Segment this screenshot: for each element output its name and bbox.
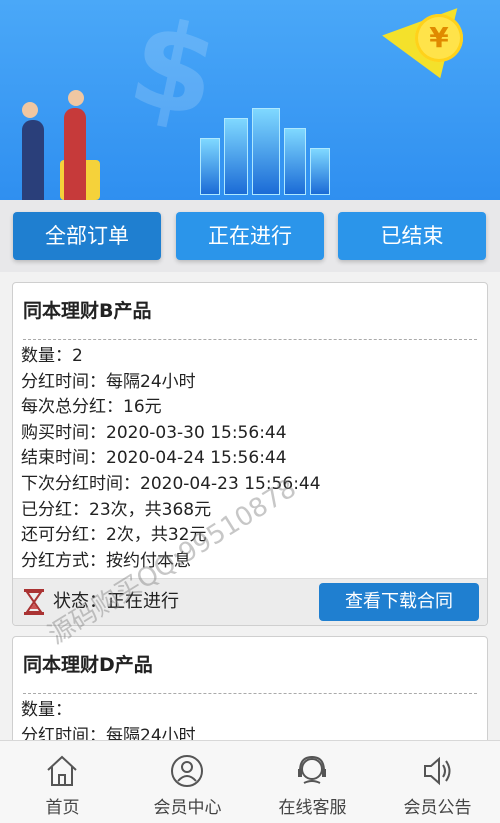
person-illustration xyxy=(22,120,44,200)
headset-icon xyxy=(298,755,326,784)
order-title: 同本理财B产品 xyxy=(23,300,152,322)
nav-announcements[interactable]: 会员公告 xyxy=(375,741,500,823)
city-illustration xyxy=(200,108,330,195)
order-dividend-interval: 分红时间：每隔24小时 xyxy=(21,371,196,392)
order-payment-method: 分红方式：按约付本息 xyxy=(21,550,191,571)
nav-customer-service[interactable]: 在线客服 xyxy=(250,741,375,823)
home-icon xyxy=(47,755,77,786)
speaker-icon xyxy=(424,756,451,786)
order-card: 同本理财D产品 数量： 分红时间：每隔24小时 xyxy=(12,636,488,748)
nav-home[interactable]: 首页 xyxy=(0,741,125,823)
order-card: 同本理财B产品 数量：2 分红时间：每隔24小时 每次总分红：16元 购买时间：… xyxy=(12,282,488,626)
nav-label: 会员中心 xyxy=(153,798,222,818)
person-head-illustration xyxy=(68,90,84,106)
order-purchase-time: 购买时间：2020-03-30 15:56:44 xyxy=(21,422,287,443)
order-dividend-amount: 每次总分红：16元 xyxy=(21,397,162,418)
order-quantity: 数量： xyxy=(21,700,72,720)
nav-label: 在线客服 xyxy=(278,798,347,818)
tab-all-orders[interactable]: 全部订单 xyxy=(13,212,161,260)
order-footer: 状态：正在进行 查看下载合同 xyxy=(13,578,487,625)
order-quantity: 数量：2 xyxy=(21,346,83,366)
order-filter-tabs: 全部订单 正在进行 已结束 xyxy=(0,200,500,272)
order-details: 数量：2 分红时间：每隔24小时 每次总分红：16元 购买时间：2020-03-… xyxy=(13,340,487,574)
tab-in-progress[interactable]: 正在进行 xyxy=(176,212,324,260)
user-icon xyxy=(171,755,203,787)
order-title: 同本理财D产品 xyxy=(23,654,153,676)
nav-label: 会员公告 xyxy=(403,798,472,818)
bottom-navigation: 首页 会员中心 在线客服 会员公告 xyxy=(0,740,500,823)
hourglass-icon xyxy=(24,589,44,615)
order-status: 状态：正在进行 xyxy=(53,591,179,612)
order-remaining-dividends: 还可分红：2次，共32元 xyxy=(21,525,207,546)
person-illustration xyxy=(64,108,86,200)
view-contract-button[interactable]: 查看下载合同 xyxy=(319,583,479,621)
yen-coin-icon: ¥ xyxy=(415,14,463,62)
nav-member-center[interactable]: 会员中心 xyxy=(125,741,250,823)
order-paid-dividends: 已分红：23次，共368元 xyxy=(21,499,212,520)
tab-finished[interactable]: 已结束 xyxy=(338,212,486,260)
order-end-time: 结束时间：2020-04-24 15:56:44 xyxy=(21,448,287,469)
person-head-illustration xyxy=(22,102,38,118)
banner-image: $ ¥ xyxy=(0,0,500,200)
order-next-dividend-time: 下次分红时间：2020-04-23 15:56:44 xyxy=(21,473,321,494)
nav-label: 首页 xyxy=(45,798,80,818)
